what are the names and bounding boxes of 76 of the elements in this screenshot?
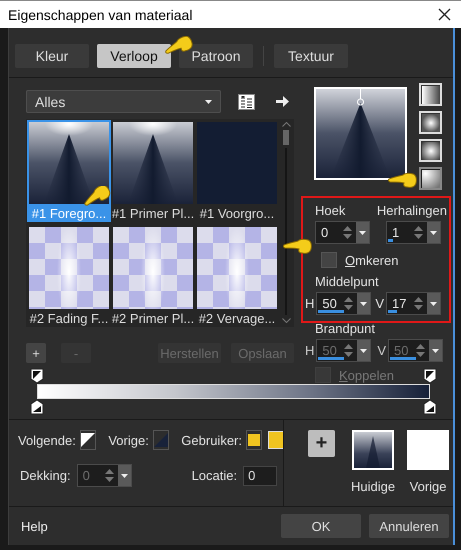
field-label: Hoek bbox=[315, 203, 346, 218]
color-swatch[interactable] bbox=[268, 431, 283, 449]
color-stop-icon[interactable] bbox=[423, 399, 437, 415]
gradient-preview[interactable] bbox=[314, 87, 407, 180]
help-link[interactable]: Help bbox=[21, 518, 273, 534]
scroll-up-icon[interactable] bbox=[282, 122, 290, 127]
spin-field[interactable]: 0 bbox=[315, 221, 370, 244]
caret-icon bbox=[359, 230, 366, 234]
field-label: Dekking: bbox=[20, 468, 71, 483]
spin-field[interactable]: 50 bbox=[316, 292, 372, 315]
gradient-style-icon bbox=[422, 86, 440, 104]
stepper-icon[interactable] bbox=[413, 295, 424, 312]
color-stop-icon[interactable] bbox=[30, 368, 44, 384]
close-icon[interactable] bbox=[438, 8, 451, 21]
field-label: Herhalingen bbox=[376, 203, 447, 218]
stepper-icon[interactable] bbox=[343, 295, 354, 312]
swatch-label: Huidige bbox=[351, 479, 396, 494]
gradient-style-icon bbox=[422, 114, 440, 132]
checkbox-label[interactable]: Omkeren bbox=[345, 252, 398, 268]
dropdown-button[interactable] bbox=[357, 293, 370, 314]
field-label: Vorige: bbox=[108, 432, 149, 448]
dropdown-button[interactable] bbox=[356, 222, 369, 243]
caret-icon bbox=[432, 348, 439, 352]
color-well[interactable] bbox=[152, 430, 170, 450]
caret-icon bbox=[360, 302, 368, 306]
scroll-down-icon[interactable] bbox=[282, 318, 290, 323]
caret-icon bbox=[120, 474, 128, 478]
color-well[interactable] bbox=[80, 430, 96, 450]
location-field[interactable]: 0 bbox=[243, 466, 278, 486]
add-stop-button[interactable]: + bbox=[26, 343, 46, 363]
caret-icon bbox=[430, 302, 437, 306]
field-label: H bbox=[305, 296, 314, 311]
cancel-button[interactable]: Annuleren bbox=[369, 514, 449, 538]
tab[interactable]: Kleur bbox=[15, 44, 89, 68]
field-label: V bbox=[377, 343, 386, 358]
pointing-hand-icon bbox=[283, 236, 313, 256]
field-label: Brandpunt bbox=[315, 321, 375, 336]
spin-field[interactable]: 1 bbox=[386, 221, 441, 244]
field-label: Locatie: bbox=[192, 468, 238, 483]
dropdown-button[interactable] bbox=[427, 222, 440, 243]
pointing-hand-icon bbox=[164, 36, 194, 56]
color-stop-icon[interactable] bbox=[423, 368, 437, 384]
stepper-icon[interactable] bbox=[342, 224, 353, 241]
caret-icon bbox=[205, 100, 212, 104]
window-title: Eigenschappen van materiaal bbox=[8, 6, 192, 22]
field-label: Middelpunt bbox=[315, 274, 379, 289]
pointing-hand-icon bbox=[388, 170, 418, 190]
previous-swatch[interactable] bbox=[407, 430, 450, 470]
gradient-style-icon bbox=[422, 142, 440, 160]
checkbox[interactable] bbox=[321, 252, 337, 268]
dropdown-button[interactable] bbox=[427, 293, 440, 314]
current-swatch[interactable] bbox=[352, 430, 394, 470]
field-label: Volgende: bbox=[18, 432, 76, 448]
field-label: H bbox=[305, 343, 314, 358]
spin-field[interactable]: 17 bbox=[386, 292, 441, 315]
color-stop-icon[interactable] bbox=[30, 399, 44, 415]
gradient-style-icon bbox=[422, 170, 440, 188]
arrow-right-icon[interactable] bbox=[275, 95, 290, 108]
caret-icon bbox=[430, 230, 437, 234]
field-label: V bbox=[375, 296, 384, 311]
gradient-bar[interactable] bbox=[37, 384, 430, 399]
caret-icon bbox=[360, 348, 368, 352]
field-label: Gebruiker: bbox=[181, 432, 242, 448]
category-dropdown[interactable]: Alles bbox=[26, 90, 221, 113]
scroll-thumb[interactable] bbox=[283, 130, 289, 145]
stepper-icon[interactable] bbox=[413, 224, 424, 241]
add-swatch-button[interactable]: + bbox=[308, 430, 335, 457]
tab[interactable]: Patroon bbox=[179, 44, 253, 68]
color-well[interactable] bbox=[246, 430, 262, 450]
tab[interactable]: Verloop bbox=[97, 44, 171, 68]
tab[interactable]: Textuur bbox=[274, 44, 348, 68]
gradient-style-button[interactable] bbox=[419, 167, 442, 190]
swatch-label: Vorige bbox=[410, 479, 447, 494]
pointing-hand-icon bbox=[82, 186, 112, 206]
list-icon[interactable] bbox=[238, 94, 255, 110]
ok-button[interactable]: OK bbox=[281, 514, 361, 538]
